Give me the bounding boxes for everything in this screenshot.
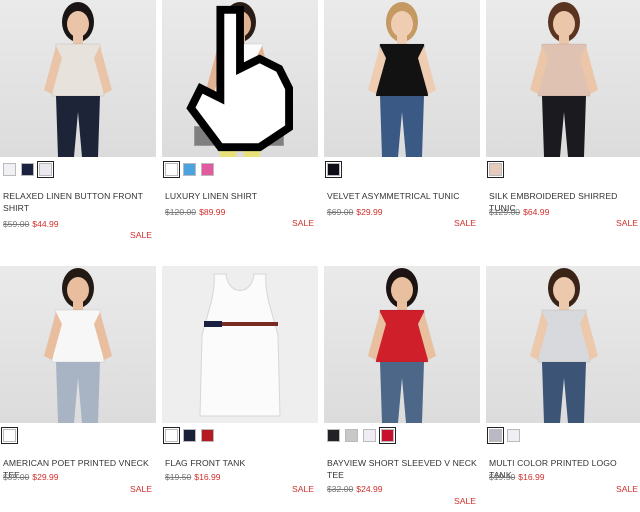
color-swatch[interactable]	[363, 429, 376, 442]
product-name-link[interactable]: LUXURY LINEN SHIRT	[165, 190, 315, 202]
product-card[interactable]: QUICK VIEW › LUXURY LINEN SHIRT $120.00$89…	[162, 0, 318, 228]
product-photo[interactable]	[324, 266, 480, 423]
sale-price: $89.99	[199, 207, 226, 217]
product-photo[interactable]	[486, 0, 640, 157]
color-swatch[interactable]	[487, 427, 504, 444]
original-price: $19.50	[165, 472, 192, 482]
product-name-link[interactable]: FLAG FRONT TANK	[165, 457, 315, 469]
sale-badge: SALE	[292, 484, 314, 494]
original-price: $120.00	[165, 207, 197, 217]
original-price: $39.00	[3, 472, 30, 482]
sale-badge: SALE	[454, 496, 476, 506]
product-photo-figure	[162, 266, 318, 423]
color-swatches	[3, 161, 54, 178]
product-photo-figure	[44, 268, 112, 423]
color-swatch[interactable]	[21, 163, 34, 176]
color-swatches	[1, 427, 18, 444]
color-swatches	[327, 427, 396, 444]
product-card[interactable]: AMERICAN POET PRINTED VNECK TEE $39.00 $29…	[0, 266, 156, 494]
color-swatch[interactable]	[201, 429, 214, 442]
product-prices: $120.00 $89.99	[165, 207, 225, 217]
color-swatch[interactable]	[37, 161, 54, 178]
color-swatch[interactable]	[345, 429, 358, 442]
product-photo-figure	[44, 2, 112, 157]
color-swatches	[163, 427, 214, 444]
color-swatch[interactable]	[163, 427, 180, 444]
product-name-link[interactable]: BAYVIEW SHORT SLEEVED V NECK TEE	[327, 457, 477, 481]
color-swatch[interactable]	[183, 429, 196, 442]
product-card[interactable]: MULTI COLOR PRINTED LOGO TANK $19.50 $16.9…	[486, 266, 640, 494]
product-photo-figure	[530, 2, 598, 157]
product-card[interactable]: FLAG FRONT TANK $19.50 $16.99 SALE	[162, 266, 318, 494]
sale-badge: SALE	[454, 218, 476, 228]
product-prices: $59.00 $44.99	[3, 219, 59, 229]
sale-price: $44.99	[32, 219, 59, 229]
product-prices: $129.00 $64.99	[489, 207, 549, 217]
color-swatch[interactable]	[327, 429, 340, 442]
color-swatch[interactable]	[379, 427, 396, 444]
product-card[interactable]: RELAXED LINEN BUTTON FRONT SHIRT $59.00 $4…	[0, 0, 156, 240]
product-photo-figure	[530, 268, 598, 423]
product-photo[interactable]	[0, 266, 156, 423]
product-prices: $32.00 $24.99	[327, 484, 383, 494]
product-prices: $19.50 $16.99	[489, 472, 545, 482]
product-photo-figure	[368, 2, 436, 157]
product-card[interactable]: SILK EMBROIDERED SHIRRED TUNIC $129.00 $64…	[486, 0, 640, 228]
product-prices: $69.00 $29.99	[327, 207, 383, 217]
product-card[interactable]: VELVET ASYMMETRICAL TUNIC $69.00 $29.99 SAL…	[324, 0, 480, 228]
color-swatches	[163, 161, 214, 178]
hand-cursor-icon	[186, 5, 293, 152]
color-swatch[interactable]	[507, 429, 520, 442]
product-card[interactable]: BAYVIEW SHORT SLEEVED V NECK TEE $32.00 $2…	[324, 266, 480, 506]
sale-price: $24.99	[356, 484, 383, 494]
original-price: $69.00	[327, 207, 354, 217]
sale-price: $16.99	[518, 472, 545, 482]
sale-badge: SALE	[616, 218, 638, 228]
product-photo[interactable]	[162, 266, 318, 423]
color-swatches	[325, 161, 342, 178]
color-swatch[interactable]	[163, 161, 180, 178]
product-photo[interactable]	[324, 0, 480, 157]
color-swatch[interactable]	[183, 163, 196, 176]
sale-price: $29.99	[356, 207, 383, 217]
sale-badge: SALE	[130, 230, 152, 240]
product-photo[interactable]: QUICK VIEW ›	[162, 0, 318, 157]
original-price: $59.00	[3, 219, 30, 229]
product-photo[interactable]	[486, 266, 640, 423]
original-price: $19.50	[489, 472, 516, 482]
sale-price: $64.99	[523, 207, 550, 217]
sale-price: $29.99	[32, 472, 59, 482]
color-swatch[interactable]	[487, 161, 504, 178]
product-name-link[interactable]: VELVET ASYMMETRICAL TUNIC	[327, 190, 477, 202]
product-grid: RELAXED LINEN BUTTON FRONT SHIRT $59.00 $4…	[0, 0, 640, 512]
color-swatch[interactable]	[3, 163, 16, 176]
product-name-link[interactable]: RELAXED LINEN BUTTON FRONT SHIRT	[3, 190, 153, 214]
original-price: $129.00	[489, 207, 521, 217]
product-photo-figure	[368, 268, 436, 423]
sale-badge: SALE	[292, 218, 314, 228]
color-swatch[interactable]	[201, 163, 214, 176]
color-swatches	[487, 427, 520, 444]
color-swatch[interactable]	[1, 427, 18, 444]
sale-price: $16.99	[194, 472, 221, 482]
sale-badge: SALE	[130, 484, 152, 494]
product-prices: $19.50 $16.99	[165, 472, 221, 482]
original-price: $32.00	[327, 484, 354, 494]
product-photo[interactable]	[0, 0, 156, 157]
product-prices: $39.00 $29.99	[3, 472, 59, 482]
sale-badge: SALE	[616, 484, 638, 494]
color-swatch[interactable]	[325, 161, 342, 178]
color-swatches	[487, 161, 504, 178]
